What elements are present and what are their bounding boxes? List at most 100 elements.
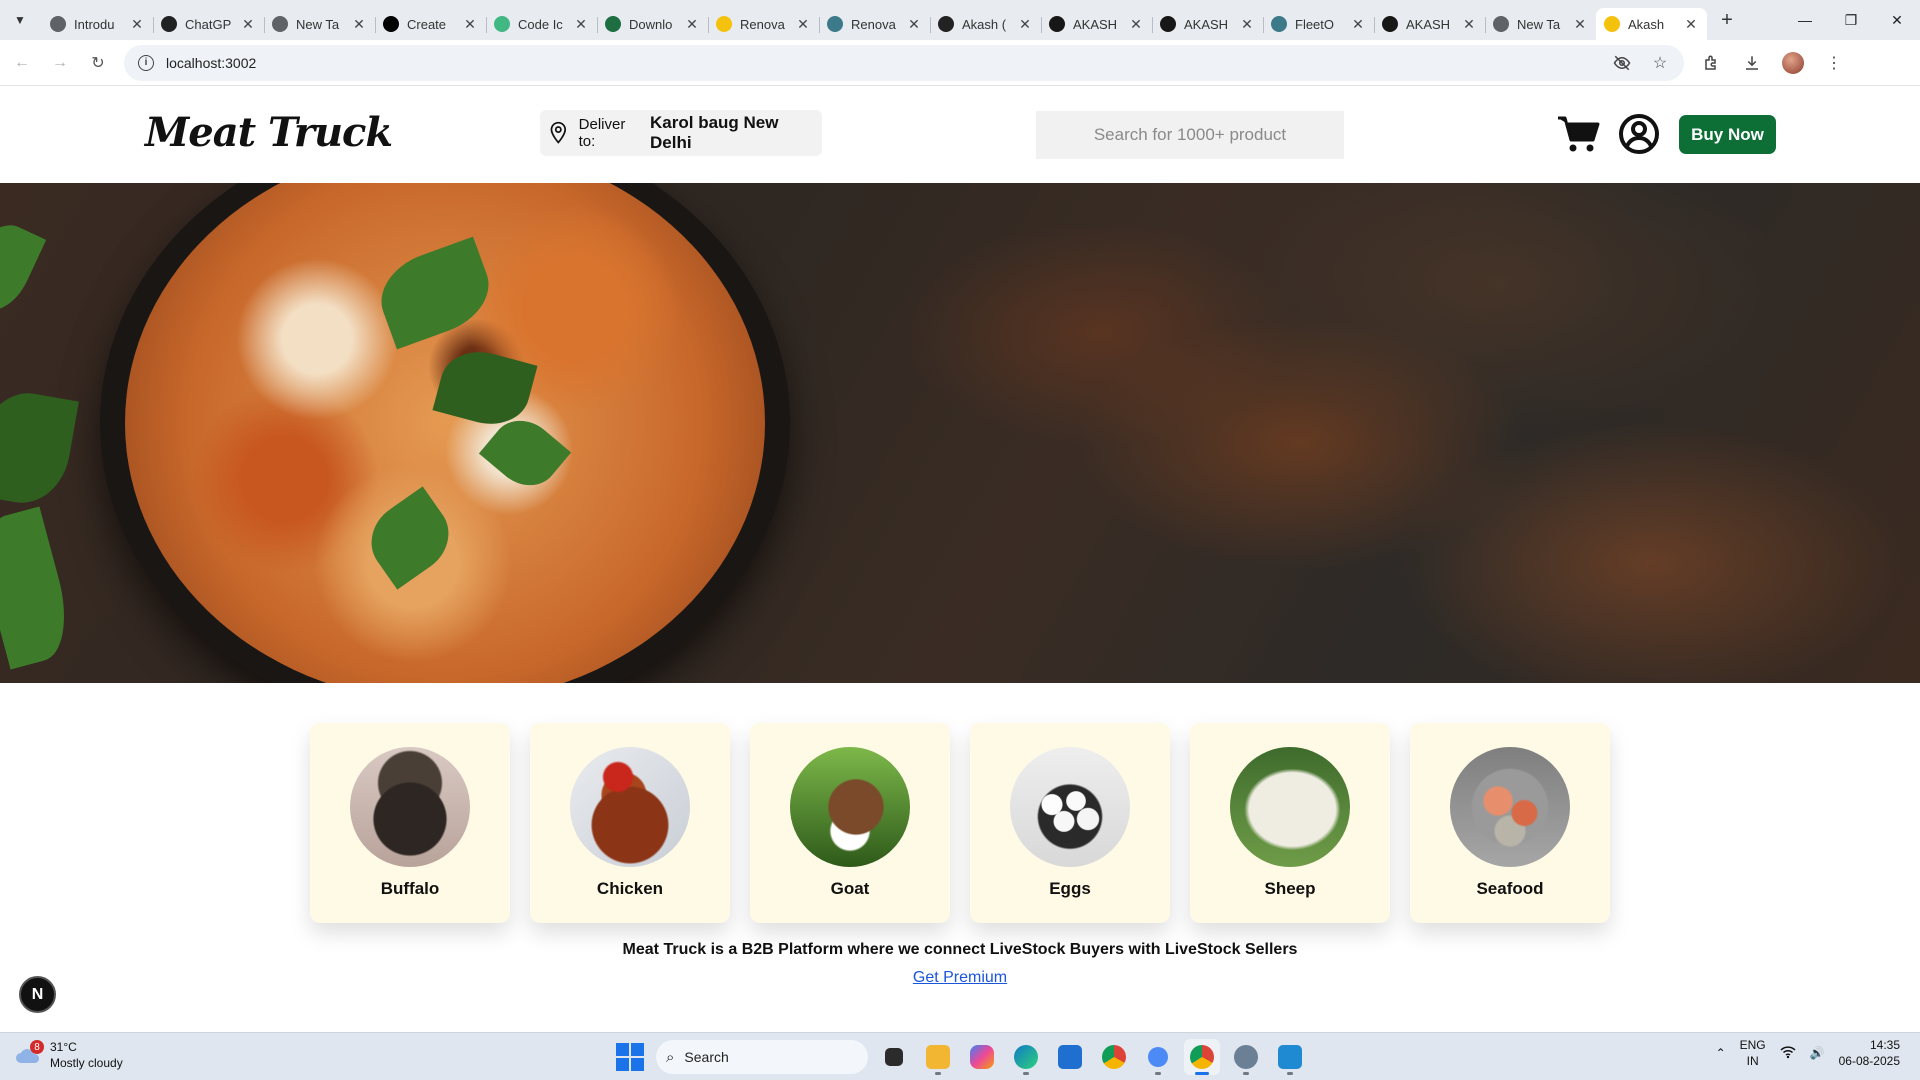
url-text[interactable]: localhost:3002 bbox=[166, 55, 256, 71]
browser-tab[interactable]: Renova ✕ bbox=[819, 8, 930, 40]
close-icon[interactable]: ✕ bbox=[1572, 16, 1588, 33]
back-icon[interactable]: ← bbox=[6, 47, 38, 79]
product-search-input[interactable] bbox=[1036, 111, 1344, 159]
category-card-buffalo[interactable]: Buffalo bbox=[310, 723, 510, 923]
close-icon[interactable]: ✕ bbox=[795, 16, 811, 33]
user-account-icon[interactable] bbox=[1618, 113, 1660, 155]
favicon-icon bbox=[938, 16, 954, 32]
lang-line1: ENG bbox=[1739, 1038, 1766, 1052]
browser-tab[interactable]: New Ta ✕ bbox=[1485, 8, 1596, 40]
settings-gear-icon[interactable] bbox=[1228, 1039, 1264, 1075]
deliver-label: Deliver to: bbox=[578, 116, 626, 150]
clock-time: 14:35 bbox=[1869, 1038, 1900, 1052]
vscode-icon[interactable] bbox=[1272, 1039, 1308, 1075]
close-icon[interactable]: ✕ bbox=[129, 16, 145, 33]
taskbar-search[interactable]: ⌕ Search bbox=[656, 1040, 868, 1074]
clock[interactable]: 14:35 06-08-2025 bbox=[1839, 1037, 1900, 1069]
bookmark-star-icon[interactable]: ☆ bbox=[1650, 53, 1670, 73]
profile-avatar[interactable] bbox=[1782, 51, 1804, 74]
browser-tab[interactable]: ChatGP ✕ bbox=[153, 8, 264, 40]
cloud-icon: 8 bbox=[14, 1040, 44, 1066]
tray-chevron-icon[interactable]: ⌃ bbox=[1716, 1046, 1726, 1060]
volume-icon[interactable]: 🔊 bbox=[1810, 1046, 1825, 1060]
copilot-icon[interactable] bbox=[964, 1039, 1000, 1075]
browser-tab[interactable]: AKASH ✕ bbox=[1041, 8, 1152, 40]
category-card-seafood[interactable]: Seafood bbox=[1410, 723, 1610, 923]
favicon-icon bbox=[1493, 16, 1509, 32]
tab-title: FleetO bbox=[1295, 16, 1335, 32]
browser-tab[interactable]: Introdu ✕ bbox=[42, 8, 153, 40]
browser-tab[interactable]: Code Ic ✕ bbox=[486, 8, 597, 40]
category-list: Buffalo Chicken Goat Eggs Sheep Seafood bbox=[310, 723, 1610, 923]
new-tab-icon[interactable]: + bbox=[1713, 6, 1741, 34]
close-icon[interactable]: ✕ bbox=[1683, 16, 1699, 33]
cart-icon[interactable] bbox=[1556, 114, 1600, 154]
browser-tab[interactable]: New Ta ✕ bbox=[264, 8, 375, 40]
close-icon[interactable]: ✕ bbox=[1461, 16, 1477, 33]
browser-tab[interactable]: Downlo ✕ bbox=[597, 8, 708, 40]
tab-title: ChatGP bbox=[185, 16, 232, 32]
lang-line2: IN bbox=[1746, 1054, 1759, 1068]
close-icon[interactable]: ✕ bbox=[240, 16, 256, 33]
close-icon[interactable]: ✕ bbox=[1017, 16, 1033, 33]
extensions-icon[interactable] bbox=[1702, 53, 1722, 73]
category-card-chicken[interactable]: Chicken bbox=[530, 723, 730, 923]
clock-date: 06-08-2025 bbox=[1838, 1054, 1900, 1068]
browser-tab-active[interactable]: Akash ✕ bbox=[1596, 8, 1707, 40]
goat-image bbox=[790, 747, 910, 867]
favicon-icon bbox=[716, 16, 732, 32]
category-card-eggs[interactable]: Eggs bbox=[970, 723, 1170, 923]
chrome-active-icon[interactable] bbox=[1184, 1039, 1220, 1075]
tab-search-chevron-icon[interactable]: ▼ bbox=[6, 6, 34, 34]
menu-dots-icon[interactable]: ⋮ bbox=[1824, 53, 1844, 73]
close-icon[interactable]: ✕ bbox=[573, 16, 589, 33]
close-icon[interactable]: ✕ bbox=[1350, 16, 1366, 33]
eye-off-icon[interactable] bbox=[1612, 53, 1632, 73]
wifi-icon[interactable] bbox=[1780, 1045, 1796, 1062]
weather-widget[interactable]: 8 31°C Mostly cloudy bbox=[14, 1039, 123, 1071]
category-card-sheep[interactable]: Sheep bbox=[1190, 723, 1390, 923]
category-label: Goat bbox=[830, 879, 870, 898]
address-bar[interactable]: i localhost:3002 ☆ bbox=[124, 44, 1684, 81]
browser-tab[interactable]: Akash (✕ bbox=[930, 8, 1041, 40]
browser-tab[interactable]: Renova ✕ bbox=[708, 8, 819, 40]
site-logo[interactable]: Meat Truck bbox=[145, 109, 393, 156]
browser-tab[interactable]: Create ✕ bbox=[375, 8, 486, 40]
forward-icon[interactable]: → bbox=[44, 47, 76, 79]
close-icon[interactable]: ✕ bbox=[351, 16, 367, 33]
download-icon[interactable] bbox=[1742, 53, 1762, 73]
windows-start-icon[interactable] bbox=[612, 1039, 648, 1075]
reload-icon[interactable]: ↻ bbox=[82, 47, 114, 79]
category-card-goat[interactable]: Goat bbox=[750, 723, 950, 923]
restore-icon[interactable]: ❐ bbox=[1828, 0, 1874, 40]
deliver-location: Karol baug New Delhi bbox=[650, 113, 779, 152]
edge-icon[interactable] bbox=[1008, 1039, 1044, 1075]
close-icon[interactable]: ✕ bbox=[462, 16, 478, 33]
buy-now-button[interactable]: Buy Now bbox=[1679, 115, 1776, 154]
nextjs-dev-badge[interactable]: N bbox=[19, 976, 56, 1013]
minimize-icon[interactable]: — bbox=[1782, 0, 1828, 40]
browser-tab[interactable]: AKASH ✕ bbox=[1374, 8, 1485, 40]
close-icon[interactable]: ✕ bbox=[906, 16, 922, 33]
close-icon[interactable]: ✕ bbox=[684, 16, 700, 33]
language-indicator[interactable]: ENG IN bbox=[1740, 1037, 1766, 1069]
task-view-icon[interactable] bbox=[876, 1039, 912, 1075]
close-window-icon[interactable]: ✕ bbox=[1874, 0, 1920, 40]
delivery-location[interactable]: Deliver to: Karol baug New Delhi bbox=[540, 110, 822, 156]
browser-tab[interactable]: FleetO ✕ bbox=[1263, 8, 1374, 40]
close-icon[interactable]: ✕ bbox=[1128, 16, 1144, 33]
tab-title: Downlo bbox=[629, 16, 673, 32]
store-icon[interactable] bbox=[1052, 1039, 1088, 1075]
close-icon[interactable]: ✕ bbox=[1239, 16, 1255, 33]
app-icon[interactable] bbox=[1140, 1039, 1176, 1075]
coriander-leaf-image bbox=[0, 386, 79, 510]
tab-title: Create bbox=[407, 16, 447, 32]
browser-tab[interactable]: AKASH ✕ bbox=[1152, 8, 1263, 40]
file-explorer-icon[interactable] bbox=[920, 1039, 956, 1075]
category-label: Eggs bbox=[1049, 879, 1091, 898]
favicon-icon bbox=[494, 16, 510, 32]
favicon-icon bbox=[827, 16, 843, 32]
chrome-icon[interactable] bbox=[1096, 1039, 1132, 1075]
get-premium-link[interactable]: Get Premium bbox=[913, 969, 1007, 986]
site-info-icon[interactable]: i bbox=[138, 54, 154, 71]
